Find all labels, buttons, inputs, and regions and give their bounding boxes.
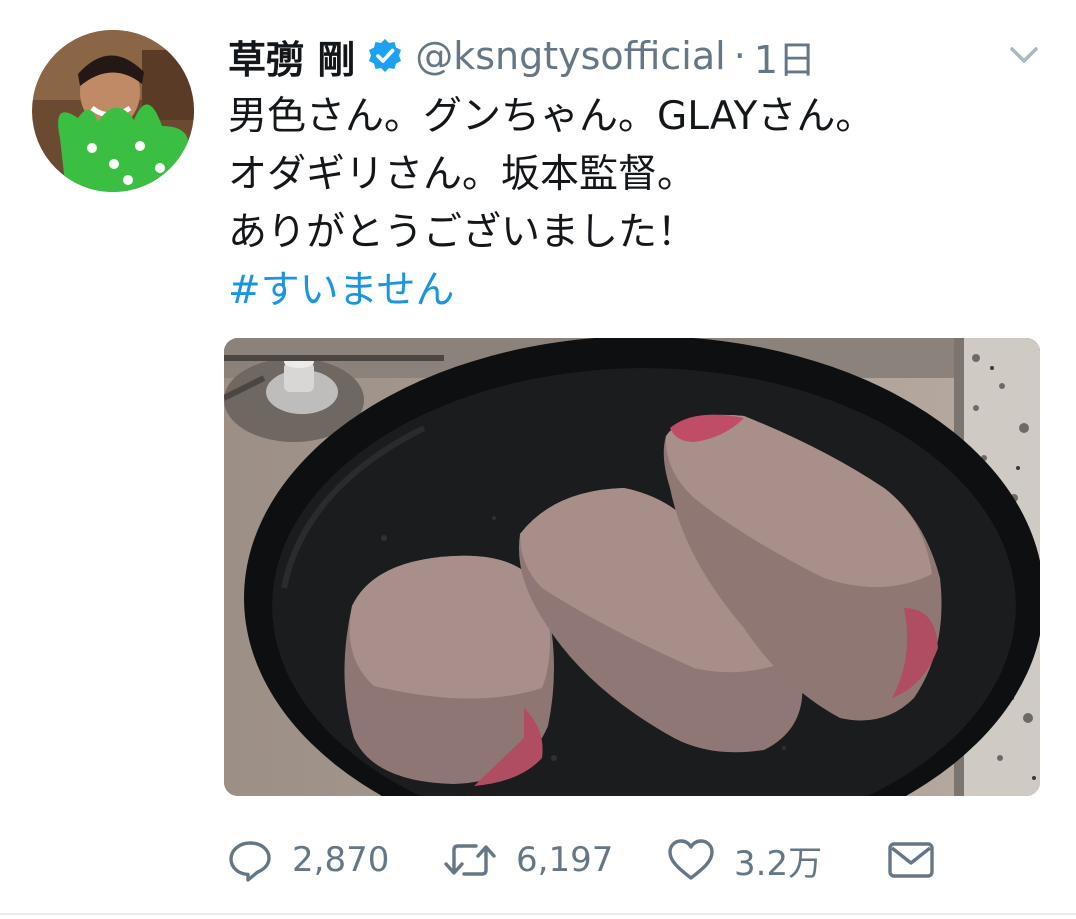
hashtag-link[interactable]: #すいません	[228, 262, 1048, 320]
like-count: 3.2万	[734, 843, 823, 884]
reply-count: 2,870	[292, 840, 390, 880]
verified-badge-icon	[367, 38, 403, 74]
tweet-timestamp[interactable]: 1日	[754, 29, 816, 84]
reply-icon	[226, 836, 274, 884]
retweet-icon	[442, 836, 498, 884]
retweet-count: 6,197	[516, 840, 614, 880]
tweet-text-line: 男色さん。グンちゃん。GLAYさん。	[228, 94, 875, 139]
header-separator: ·	[733, 34, 746, 78]
tweet-body: 男色さん。グンちゃん。GLAYさん。 オダギリさん。坂本監督。 ありがとうござい…	[228, 88, 1048, 320]
retweet-button[interactable]: 6,197	[442, 832, 613, 888]
like-button[interactable]: 3.2万	[666, 832, 822, 888]
tweet-photo[interactable]	[224, 338, 1040, 796]
envelope-icon	[886, 836, 936, 884]
avatar-image	[32, 30, 194, 192]
reply-button[interactable]: 2,870	[226, 832, 389, 888]
tweet-divider	[0, 913, 1076, 915]
author-display-name[interactable]: 草彅 剛	[228, 29, 355, 84]
author-avatar[interactable]	[32, 30, 194, 192]
tweet-action-bar: 2,870 6,197 3.2万	[226, 832, 1046, 888]
steak-pan-photo	[224, 338, 1040, 796]
chevron-down-icon[interactable]	[1006, 40, 1042, 70]
tweet-text-line: ありがとうございました！	[228, 210, 697, 255]
direct-message-button[interactable]	[886, 832, 936, 888]
author-handle[interactable]: @ksngtysofficial	[415, 34, 725, 78]
heart-icon	[666, 836, 716, 884]
tweet-header: 草彅 剛 @ksngtysofficial · 1日	[228, 28, 816, 84]
tweet-text-line: オダギリさん。坂本監督。	[228, 152, 697, 197]
